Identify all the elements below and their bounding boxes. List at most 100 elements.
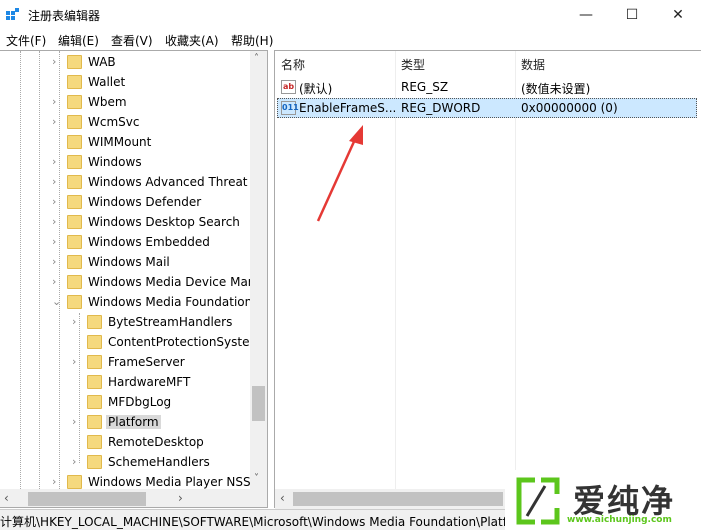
folder-icon [67, 135, 82, 149]
folder-icon [87, 355, 102, 369]
folder-icon [67, 215, 82, 229]
folder-icon [87, 455, 102, 469]
menu-view[interactable]: 查看(V) [111, 32, 153, 49]
folder-icon [67, 75, 82, 89]
chevron-right-icon[interactable]: › [52, 275, 56, 288]
chevron-right-icon[interactable]: › [72, 355, 76, 368]
tree-scroll-thumb[interactable] [252, 386, 265, 421]
tree-item-label: Windows Defender [88, 195, 202, 209]
chevron-right-icon[interactable]: › [72, 415, 76, 428]
string-value-icon: ab [281, 80, 296, 94]
column-header-data[interactable]: 数据 [521, 56, 545, 73]
registry-path: 计算机\HKEY_LOCAL_MACHINE\SOFTWARE\Microsof… [0, 515, 531, 529]
chevron-right-icon[interactable]: › [72, 455, 76, 468]
values-pane[interactable]: 名称 类型 数据 ab (默认) REG_SZ (数值未设置) 011 Enab… [274, 50, 701, 509]
menu-edit[interactable]: 编辑(E) [58, 32, 99, 49]
binary-value-icon: 011 [281, 101, 299, 115]
tree-item[interactable]: › WAB [0, 52, 250, 72]
chevron-down-icon[interactable]: ⌄ [52, 295, 61, 308]
registry-tree[interactable]: › WAB Wallet › Wbem › WcmSvc WIMMount › Windows › W… [0, 50, 268, 508]
tree-item[interactable]: › Windows Desktop Search [0, 212, 250, 232]
menu-bar: 文件(F) 编辑(E) 查看(V) 收藏夹(A) 帮助(H) [0, 30, 701, 50]
watermark-url: www.aichunjing.com [567, 515, 672, 525]
tree-item-label: ByteStreamHandlers [108, 315, 233, 329]
maximize-button[interactable]: ☐ [609, 0, 655, 30]
chevron-right-icon[interactable]: › [52, 55, 56, 68]
tree-item[interactable]: WIMMount [0, 132, 250, 152]
column-header-type[interactable]: 类型 [401, 56, 425, 73]
value-type: REG_DWORD [401, 101, 481, 115]
tree-item-label: Windows Desktop Search [88, 215, 240, 229]
tree-item[interactable]: ContentProtectionSystem [0, 332, 261, 352]
tree-item[interactable]: HardwareMFT [0, 372, 250, 392]
value-row[interactable]: ab (默认) REG_SZ (数值未设置) [277, 77, 697, 97]
chevron-right-icon[interactable]: › [52, 195, 56, 208]
tree-item[interactable]: › Platform [0, 412, 250, 432]
scroll-down-icon[interactable]: ˅ [254, 473, 259, 484]
window-title: 注册表编辑器 [28, 9, 101, 23]
value-name: (默认) [299, 82, 333, 96]
tree-item[interactable]: › SchemeHandlers [0, 452, 250, 472]
red-arrow-annotation [316, 125, 363, 222]
tree-item[interactable]: › Windows Mail [0, 252, 250, 272]
scroll-right-icon[interactable]: › [178, 491, 183, 505]
chevron-right-icon[interactable]: › [52, 235, 56, 248]
tree-item-label: ContentProtectionSystem [108, 335, 262, 349]
minimize-button[interactable]: — [563, 0, 609, 30]
tree-item-label: Platform [106, 415, 161, 429]
values-hscroll-thumb[interactable] [293, 492, 503, 506]
column-header-name[interactable]: 名称 [281, 56, 305, 73]
tree-item[interactable]: › ByteStreamHandlers [0, 312, 250, 332]
values-horizontal-scrollbar[interactable]: ‹ [275, 489, 505, 509]
folder-icon [67, 175, 82, 189]
chevron-right-icon[interactable]: › [52, 115, 56, 128]
tree-item-label: Windows Media Player NSS [88, 475, 251, 489]
tree-item[interactable]: › Windows Defender [0, 192, 250, 212]
tree-item[interactable]: › WcmSvc [0, 112, 250, 132]
tree-item[interactable]: › FrameServer [0, 352, 250, 372]
tree-item[interactable]: › Wbem [0, 92, 250, 112]
tree-item[interactable]: RemoteDesktop [0, 432, 250, 452]
menu-help[interactable]: 帮助(H) [231, 32, 273, 49]
tree-item-label: Wbem [88, 95, 127, 109]
folder-icon [87, 335, 102, 349]
watermark-logo-icon [516, 477, 560, 525]
tree-item-label: Windows Media Foundation [88, 295, 253, 309]
tree-item-label: FrameServer [108, 355, 185, 369]
scroll-left-icon[interactable]: ‹ [4, 491, 9, 505]
tree-item[interactable]: › Windows [0, 152, 250, 172]
tree-horizontal-scrollbar[interactable]: ‹ › [0, 489, 267, 507]
scroll-left-icon[interactable]: ‹ [280, 491, 285, 505]
tree-item-label: SchemeHandlers [108, 455, 210, 469]
chevron-right-icon[interactable]: › [52, 475, 56, 488]
tree-item-label: Wallet [88, 75, 126, 89]
tree-item[interactable]: ⌄ Windows Media Foundation [0, 292, 253, 312]
menu-favorites[interactable]: 收藏夹(A) [165, 32, 219, 49]
tree-item-label: Windows [88, 155, 142, 169]
chevron-right-icon[interactable]: › [52, 215, 56, 228]
tree-item-label: WcmSvc [88, 115, 140, 129]
tree-item-label: Windows Advanced Threat P [88, 175, 259, 189]
chevron-right-icon[interactable]: › [52, 95, 56, 108]
tree-item[interactable]: MFDbgLog [0, 392, 250, 412]
tree-item[interactable]: Wallet [0, 72, 250, 92]
chevron-right-icon[interactable]: › [52, 175, 56, 188]
value-row-selected[interactable]: 011 EnableFrameS... REG_DWORD 0x00000000… [277, 98, 697, 118]
value-data: (数值未设置) [521, 82, 591, 96]
tree-item-label: MFDbgLog [108, 395, 172, 409]
tree-item[interactable]: › Windows Advanced Threat P [0, 172, 259, 192]
close-button[interactable]: ✕ [655, 0, 701, 30]
menu-file[interactable]: 文件(F) [6, 32, 46, 49]
tree-item-label: WIMMount [88, 135, 152, 149]
tree-vertical-scrollbar[interactable]: ˄ ˅ [250, 51, 267, 489]
chevron-right-icon[interactable]: › [52, 255, 56, 268]
tree-item[interactable]: › Windows Embedded [0, 232, 250, 252]
tree-hscroll-thumb[interactable] [28, 492, 146, 506]
folder-icon [67, 95, 82, 109]
folder-icon [87, 415, 102, 429]
tree-item[interactable]: › Windows Media Device Mar [0, 272, 253, 292]
chevron-right-icon[interactable]: › [72, 315, 76, 328]
title-bar: 注册表编辑器 — ☐ ✕ [0, 0, 701, 30]
chevron-right-icon[interactable]: › [52, 155, 56, 168]
scroll-up-icon[interactable]: ˄ [254, 53, 259, 64]
